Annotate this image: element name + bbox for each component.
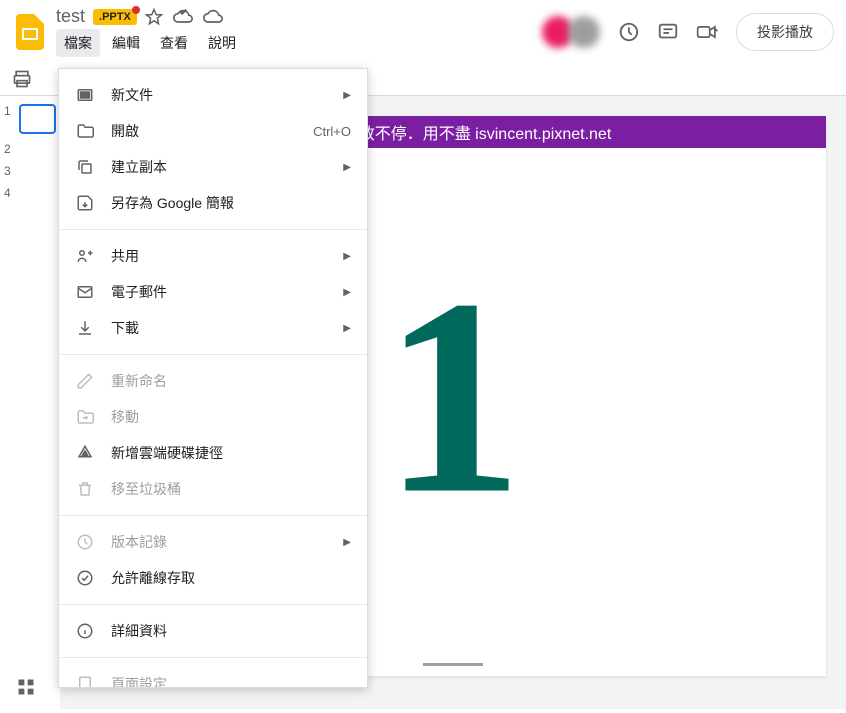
menu-item-email[interactable]: 電子郵件 ▶: [59, 274, 367, 310]
menu-item-rename: 重新命名: [59, 363, 367, 399]
move-folder-icon: [75, 407, 95, 427]
slide-thumb-4[interactable]: 4: [4, 186, 56, 200]
menu-item-move-to-trash: 移至垃圾桶: [59, 471, 367, 507]
offline-icon: [75, 568, 95, 588]
submenu-arrow-icon: ▶: [343, 537, 351, 548]
menu-item-save-as-google-slides[interactable]: 另存為 Google 簡報: [59, 185, 367, 221]
menu-item-new-document[interactable]: 新文件 ▶: [59, 77, 367, 113]
menu-divider: [59, 657, 367, 658]
menu-divider: [59, 604, 367, 605]
drive-shortcut-icon: [75, 443, 95, 463]
menu-item-make-copy[interactable]: 建立副本 ▶: [59, 149, 367, 185]
title-area: test .PPTX 檔案 編輯 查看 說明: [56, 6, 244, 57]
slide-thumb-2[interactable]: 2: [4, 142, 56, 156]
menu-item-open[interactable]: 開啟 Ctrl+O: [59, 113, 367, 149]
menu-help[interactable]: 說明: [200, 29, 244, 57]
email-icon: [75, 282, 95, 302]
slides-app-icon[interactable]: [12, 14, 48, 50]
menu-item-offline-access[interactable]: 允許離線存取: [59, 560, 367, 596]
menu-divider: [59, 515, 367, 516]
new-document-icon: [75, 85, 95, 105]
file-dropdown-menu: 新文件 ▶ 開啟 Ctrl+O 建立副本 ▶ 另存為 Google 簡報 共用 …: [58, 68, 368, 688]
menu-item-version-history: 版本記錄 ▶: [59, 524, 367, 560]
submenu-arrow-icon: ▶: [343, 90, 351, 101]
slide-big-number: 1: [383, 235, 523, 558]
document-title[interactable]: test: [56, 6, 85, 27]
submenu-arrow-icon: ▶: [343, 323, 351, 334]
page-setup-icon: [75, 674, 95, 688]
collaborator-avatars[interactable]: [542, 16, 600, 48]
copy-icon: [75, 157, 95, 177]
cloud-check-icon[interactable]: [173, 8, 193, 26]
info-icon: [75, 621, 95, 641]
menu-view[interactable]: 查看: [152, 29, 196, 57]
menu-item-page-setup: 頁面設定: [59, 666, 367, 688]
history-icon[interactable]: [616, 20, 640, 44]
grid-view-icon[interactable]: [16, 677, 36, 697]
app-header: test .PPTX 檔案 編輯 查看 說明 投影播放: [0, 0, 846, 63]
submenu-arrow-icon: ▶: [343, 251, 351, 262]
menu-edit[interactable]: 編輯: [104, 29, 148, 57]
avatar-2[interactable]: [568, 16, 600, 48]
slide-thumbnails-panel: 1 2 3 4: [0, 96, 60, 709]
cloud-icon[interactable]: [203, 8, 223, 26]
menu-divider: [59, 229, 367, 230]
menubar: 檔案 編輯 查看 說明: [56, 29, 244, 57]
share-icon: [75, 246, 95, 266]
menu-item-share[interactable]: 共用 ▶: [59, 238, 367, 274]
slide-thumb-3[interactable]: 3: [4, 164, 56, 178]
menu-item-add-drive-shortcut[interactable]: 新增雲端硬碟捷徑: [59, 435, 367, 471]
history-icon: [75, 532, 95, 552]
slide-thumb-1[interactable]: 1: [4, 104, 56, 134]
trash-icon: [75, 479, 95, 499]
present-button[interactable]: 投影播放: [736, 13, 834, 51]
menu-item-move: 移動: [59, 399, 367, 435]
save-icon: [75, 193, 95, 213]
comment-icon[interactable]: [656, 20, 680, 44]
download-icon: [75, 318, 95, 338]
menu-item-download[interactable]: 下載 ▶: [59, 310, 367, 346]
video-call-icon[interactable]: [696, 20, 720, 44]
menu-file[interactable]: 檔案: [56, 29, 100, 57]
submenu-arrow-icon: ▶: [343, 162, 351, 173]
pencil-icon: [75, 371, 95, 391]
submenu-arrow-icon: ▶: [343, 287, 351, 298]
menu-item-details[interactable]: 詳細資料: [59, 613, 367, 649]
canvas-footer-line: [423, 663, 483, 666]
print-icon[interactable]: [12, 69, 32, 89]
menu-divider: [59, 354, 367, 355]
star-icon[interactable]: [145, 8, 163, 26]
folder-icon: [75, 121, 95, 141]
file-format-badge: .PPTX: [93, 9, 137, 25]
